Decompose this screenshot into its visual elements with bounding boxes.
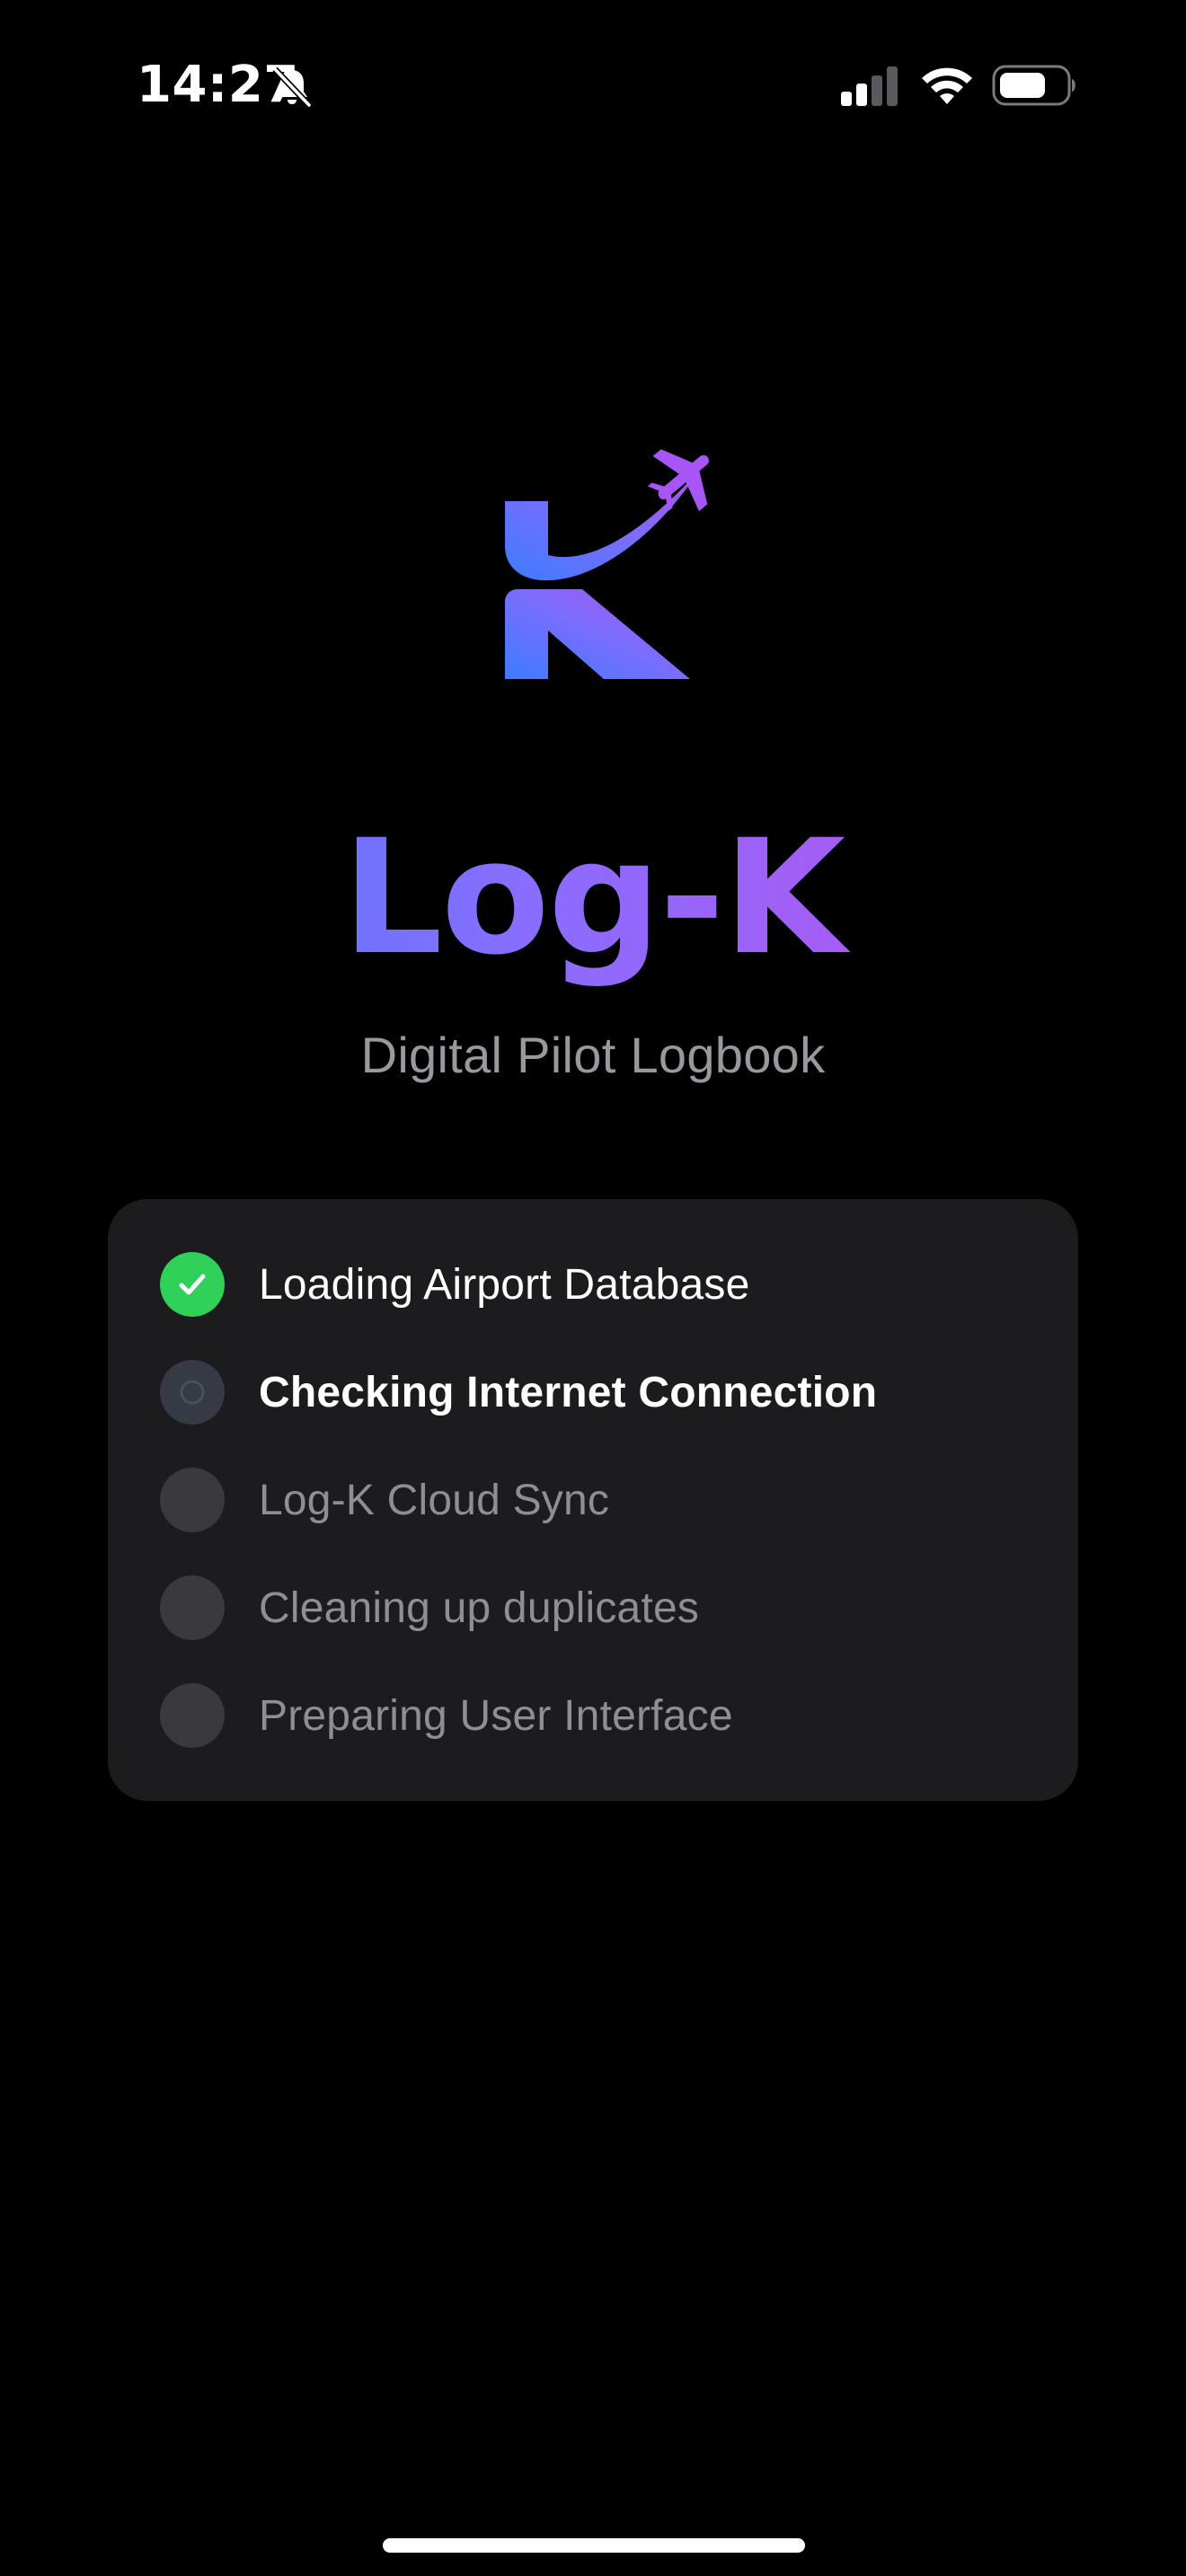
list-item: Checking Internet Connection xyxy=(160,1360,877,1425)
pending-circle-icon xyxy=(160,1468,225,1532)
pending-circle-icon xyxy=(160,1683,225,1748)
spinner-icon xyxy=(160,1360,225,1425)
step-label: Checking Internet Connection xyxy=(259,1368,878,1416)
step-label: Log-K Cloud Sync xyxy=(259,1476,610,1524)
logo-icon xyxy=(505,449,709,679)
loading-steps-card: Loading Airport Database Checking Intern… xyxy=(108,1199,1078,1801)
status-bar: 14:27 xyxy=(0,0,1186,171)
list-item: Preparing User Interface xyxy=(160,1683,733,1748)
bell-slash-icon xyxy=(272,66,312,108)
list-item: Cleaning up duplicates xyxy=(160,1575,699,1640)
pending-circle-icon xyxy=(160,1575,225,1640)
step-label: Cleaning up duplicates xyxy=(259,1584,700,1632)
list-item: Loading Airport Database xyxy=(160,1252,750,1317)
battery-icon xyxy=(992,65,1075,106)
step-label: Preparing User Interface xyxy=(259,1691,733,1740)
list-item: Log-K Cloud Sync xyxy=(160,1468,609,1532)
app-title: Log-K xyxy=(0,808,1186,988)
checkmark-icon xyxy=(160,1252,225,1317)
home-indicator[interactable] xyxy=(383,2538,805,2553)
step-label: Loading Airport Database xyxy=(259,1260,750,1309)
wifi-icon xyxy=(922,67,972,104)
cellular-signal-icon xyxy=(841,66,898,106)
app-subtitle: Digital Pilot Logbook xyxy=(360,1027,826,1083)
